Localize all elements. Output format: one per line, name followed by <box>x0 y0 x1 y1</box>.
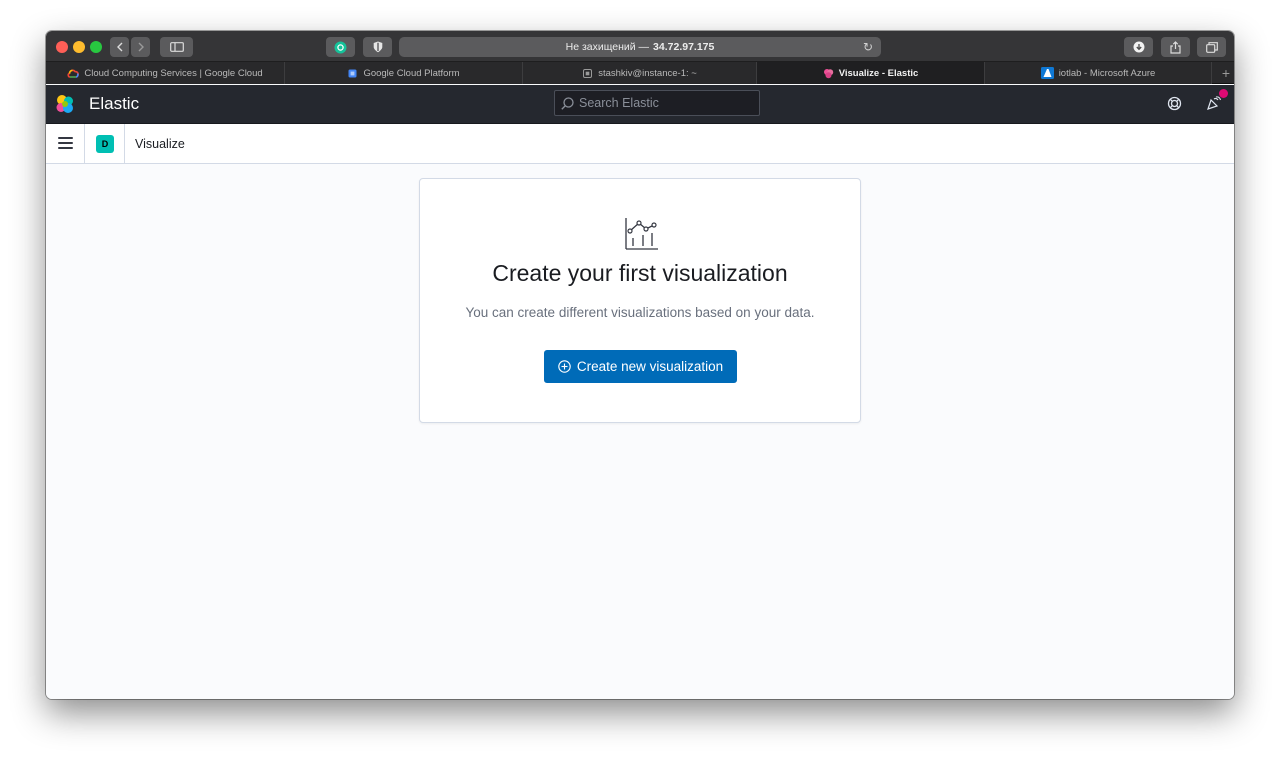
divider <box>124 124 125 163</box>
elastic-header: Elastic Search Elastic <box>46 85 1234 124</box>
chevron-right-icon <box>138 42 144 52</box>
forward-button[interactable] <box>131 37 150 57</box>
breadcrumb-visualize: Visualize <box>135 137 185 151</box>
plus-circle-icon <box>558 360 571 373</box>
tab-visualize-elastic[interactable]: Visualize - Elastic <box>757 62 985 84</box>
breadcrumb-bar: D Visualize <box>46 124 1234 164</box>
help-icon[interactable] <box>1167 96 1182 111</box>
azure-icon <box>1040 67 1054 79</box>
google-cloud-icon <box>67 69 80 78</box>
downloads-button[interactable] <box>1124 37 1153 57</box>
close-window-button[interactable] <box>56 41 68 53</box>
zoom-window-button[interactable] <box>90 41 102 53</box>
address-bar[interactable]: Не захищений — 34.72.97.175 ↻ <box>399 37 881 57</box>
tab-label: Google Cloud Platform <box>363 67 460 79</box>
empty-state-title: Create your first visualization <box>492 260 788 286</box>
browser-tab-bar: Cloud Computing Services | Google Cloud … <box>46 62 1234 84</box>
share-button[interactable] <box>1161 37 1190 57</box>
tab-microsoft-azure[interactable]: iotlab - Microsoft Azure <box>985 62 1212 84</box>
tab-google-cloud[interactable]: Cloud Computing Services | Google Cloud <box>46 62 285 84</box>
download-icon <box>1133 41 1144 53</box>
empty-state-description: You can create different visualizations … <box>465 305 815 320</box>
shield-icon <box>373 41 382 53</box>
search-elastic-input[interactable]: Search Elastic <box>554 90 760 116</box>
visualize-app-icon <box>625 218 658 250</box>
terminal-chip-icon <box>583 68 593 78</box>
tab-label: Visualize - Elastic <box>838 67 919 79</box>
browser-toolbar: Не захищений — 34.72.97.175 ↻ <box>46 31 1234 62</box>
chevron-left-icon <box>116 42 122 52</box>
divider <box>84 124 85 163</box>
reload-icon[interactable]: ↻ <box>863 40 873 54</box>
elastic-icon <box>823 68 833 78</box>
tab-label: stashkiv@instance-1: ~ <box>598 67 697 79</box>
search-icon <box>561 96 574 110</box>
tab-google-cloud-platform[interactable]: Google Cloud Platform <box>285 62 523 84</box>
security-status-text: Не захищений — <box>565 41 650 53</box>
notification-dot <box>1219 89 1228 98</box>
tab-ssh-terminal[interactable]: stashkiv@instance-1: ~ <box>523 62 757 84</box>
minimize-window-button[interactable] <box>73 41 85 53</box>
plus-icon: + <box>1221 64 1230 81</box>
search-placeholder: Search Elastic <box>579 96 659 110</box>
menu-icon[interactable] <box>58 137 73 151</box>
back-button[interactable] <box>110 37 129 57</box>
space-avatar[interactable]: D <box>96 135 114 153</box>
share-icon <box>1170 40 1181 54</box>
privacy-shield-button[interactable] <box>363 37 392 57</box>
brand-name[interactable]: Elastic <box>89 94 139 114</box>
newsfeed-icon[interactable] <box>1206 95 1222 111</box>
tab-overview-button[interactable] <box>1197 37 1226 57</box>
sidebar-icon <box>169 42 184 52</box>
grammarly-icon <box>334 41 347 53</box>
grammarly-extension-button[interactable] <box>326 37 355 57</box>
create-visualization-button[interactable]: Create new visualization <box>544 350 737 383</box>
browser-window: Не захищений — 34.72.97.175 ↻ Cloud Comp… <box>46 31 1234 699</box>
tab-overview-icon <box>1205 41 1218 53</box>
empty-state-panel: Create your first visualization You can … <box>419 178 861 423</box>
create-visualization-label: Create new visualization <box>576 359 724 374</box>
gcp-chip-icon <box>348 69 357 77</box>
tab-label: iotlab - Microsoft Azure <box>1058 67 1156 79</box>
elastic-logo-icon[interactable] <box>55 94 75 114</box>
address-host: 34.72.97.175 <box>653 41 715 53</box>
new-tab-button[interactable]: + <box>1212 62 1234 83</box>
main-content: Create your first visualization You can … <box>46 165 1234 699</box>
sidebar-toggle-button[interactable] <box>160 37 193 57</box>
tab-label: Cloud Computing Services | Google Cloud <box>84 67 263 79</box>
